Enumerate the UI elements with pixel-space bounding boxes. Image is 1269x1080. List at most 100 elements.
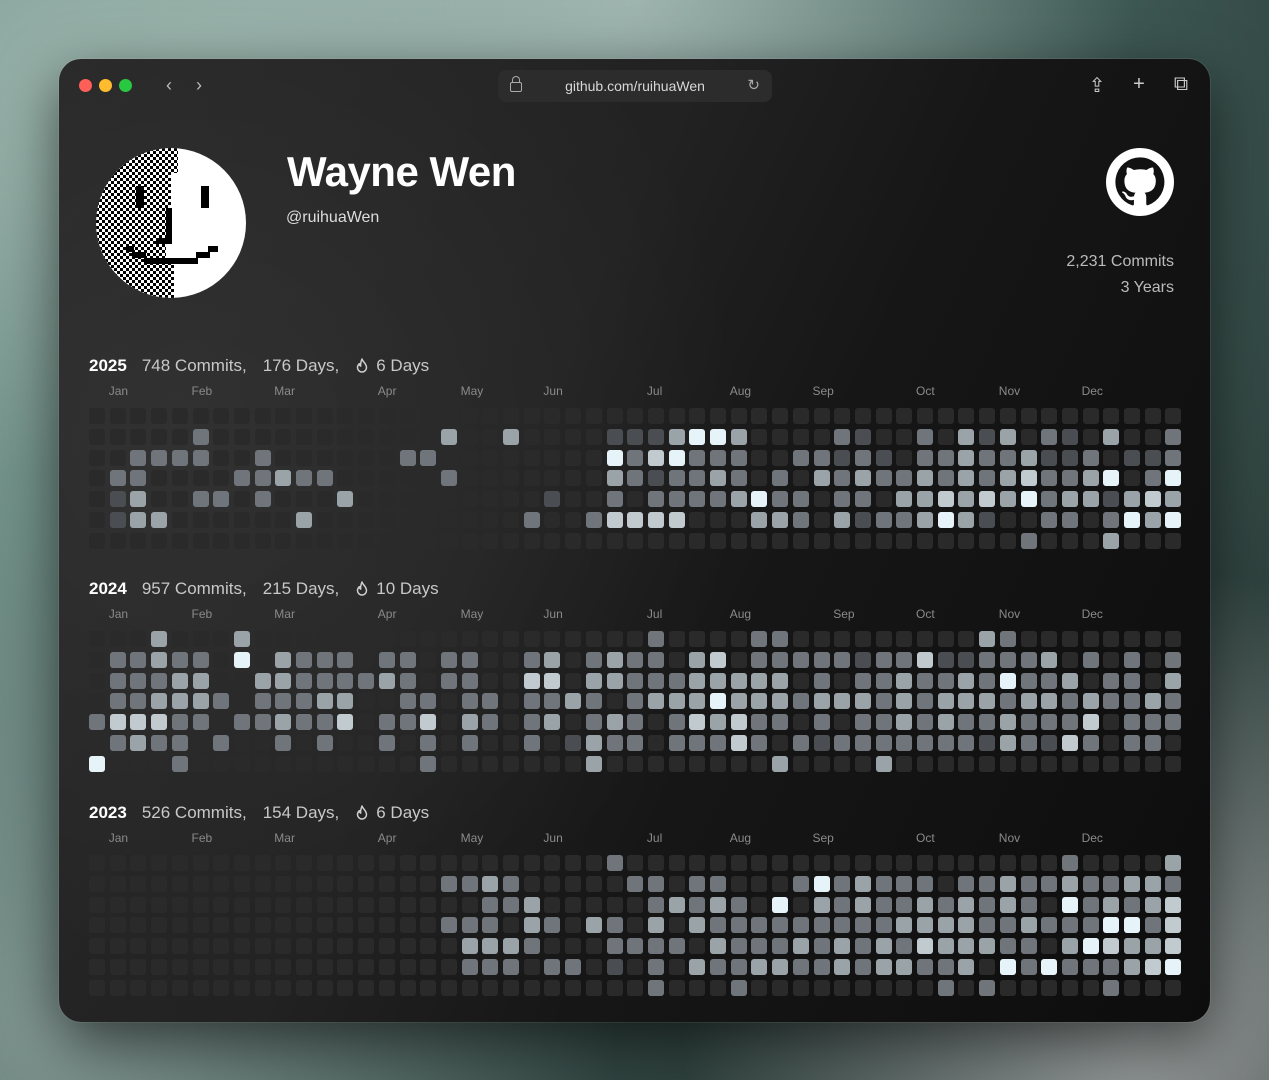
contribution-cell[interactable] bbox=[937, 449, 954, 466]
contribution-cell[interactable] bbox=[710, 938, 726, 955]
contribution-cell[interactable] bbox=[358, 938, 375, 955]
contribution-cell[interactable] bbox=[647, 408, 664, 424]
contribution-cell[interactable] bbox=[130, 631, 147, 647]
contribution-cell[interactable] bbox=[999, 735, 1016, 751]
contribution-cell[interactable] bbox=[585, 491, 602, 508]
contribution-cell[interactable] bbox=[813, 979, 830, 996]
contribution-cell[interactable] bbox=[958, 470, 975, 487]
contribution-cell[interactable] bbox=[378, 896, 395, 913]
contribution-cell[interactable] bbox=[420, 875, 437, 892]
contribution-cell[interactable] bbox=[1124, 408, 1140, 424]
contribution-cell[interactable] bbox=[1041, 491, 1058, 508]
contribution-cell[interactable] bbox=[482, 917, 499, 934]
chevron-left-icon[interactable]: ‹ bbox=[161, 75, 177, 96]
contribution-cell[interactable] bbox=[1082, 714, 1099, 731]
contribution-cell[interactable] bbox=[440, 428, 457, 445]
contribution-cell[interactable] bbox=[482, 979, 499, 996]
contribution-cell[interactable] bbox=[254, 491, 271, 508]
contribution-cell[interactable] bbox=[1103, 959, 1120, 975]
contribution-cell[interactable] bbox=[482, 755, 499, 772]
contribution-cell[interactable] bbox=[1124, 651, 1140, 668]
contribution-cell[interactable] bbox=[854, 631, 871, 647]
contribution-cell[interactable] bbox=[399, 470, 416, 487]
contribution-cell[interactable] bbox=[358, 449, 375, 466]
contribution-cell[interactable] bbox=[979, 855, 996, 871]
contribution-cell[interactable] bbox=[1020, 428, 1037, 445]
contribution-cell[interactable] bbox=[854, 693, 871, 710]
contribution-cell[interactable] bbox=[979, 693, 996, 710]
contribution-cell[interactable] bbox=[772, 532, 789, 549]
contribution-cell[interactable] bbox=[109, 917, 126, 934]
contribution-cell[interactable] bbox=[378, 855, 395, 871]
contribution-cell[interactable] bbox=[1061, 428, 1078, 445]
contribution-cell[interactable] bbox=[751, 714, 768, 731]
contribution-cell[interactable] bbox=[399, 875, 416, 892]
contribution-cell[interactable] bbox=[1041, 532, 1058, 549]
contribution-cell[interactable] bbox=[958, 449, 975, 466]
contribution-cell[interactable] bbox=[254, 735, 271, 751]
contribution-cell[interactable] bbox=[316, 714, 333, 731]
contribution-cell[interactable] bbox=[896, 855, 913, 871]
contribution-cell[interactable] bbox=[254, 855, 271, 871]
contribution-cell[interactable] bbox=[130, 672, 147, 689]
contribution-cell[interactable] bbox=[1144, 532, 1161, 549]
contribution-cell[interactable] bbox=[399, 896, 416, 913]
contribution-cell[interactable] bbox=[420, 470, 437, 487]
contribution-cell[interactable] bbox=[1041, 428, 1058, 445]
contribution-cell[interactable] bbox=[1020, 693, 1037, 710]
contribution-cell[interactable] bbox=[378, 651, 395, 668]
contribution-cell[interactable] bbox=[606, 979, 623, 996]
contribution-cell[interactable] bbox=[896, 408, 913, 424]
contribution-cell[interactable] bbox=[585, 693, 602, 710]
contribution-cell[interactable] bbox=[523, 672, 540, 689]
contribution-cell[interactable] bbox=[875, 938, 892, 955]
contribution-cell[interactable] bbox=[1165, 855, 1182, 871]
contribution-cell[interactable] bbox=[275, 631, 292, 647]
contribution-cell[interactable] bbox=[834, 938, 851, 955]
contribution-cell[interactable] bbox=[296, 651, 312, 668]
contribution-cell[interactable] bbox=[296, 896, 312, 913]
contribution-cell[interactable] bbox=[1165, 917, 1182, 934]
contribution-cell[interactable] bbox=[937, 875, 954, 892]
contribution-cell[interactable] bbox=[917, 755, 933, 772]
contribution-cell[interactable] bbox=[813, 428, 830, 445]
contribution-cell[interactable] bbox=[1041, 735, 1058, 751]
contribution-cell[interactable] bbox=[151, 512, 168, 528]
contribution-cell[interactable] bbox=[192, 631, 209, 647]
contribution-cell[interactable] bbox=[875, 855, 892, 871]
contribution-cell[interactable] bbox=[585, 755, 602, 772]
contribution-cell[interactable] bbox=[1144, 408, 1161, 424]
contribution-cell[interactable] bbox=[337, 875, 354, 892]
contribution-cell[interactable] bbox=[668, 714, 685, 731]
contribution-cell[interactable] bbox=[813, 917, 830, 934]
contribution-cell[interactable] bbox=[296, 855, 312, 871]
contribution-cell[interactable] bbox=[792, 714, 809, 731]
contribution-cell[interactable] bbox=[233, 875, 250, 892]
contribution-cell[interactable] bbox=[151, 875, 168, 892]
contribution-cell[interactable] bbox=[151, 959, 168, 975]
contribution-cell[interactable] bbox=[503, 755, 519, 772]
contribution-cell[interactable] bbox=[813, 896, 830, 913]
contribution-cell[interactable] bbox=[254, 714, 271, 731]
contribution-cell[interactable] bbox=[751, 855, 768, 871]
contribution-cell[interactable] bbox=[875, 449, 892, 466]
minimize-button[interactable] bbox=[99, 79, 112, 92]
contribution-cell[interactable] bbox=[420, 428, 437, 445]
contribution-cell[interactable] bbox=[213, 672, 230, 689]
contribution-cell[interactable] bbox=[358, 855, 375, 871]
contribution-cell[interactable] bbox=[461, 959, 478, 975]
contribution-cell[interactable] bbox=[875, 979, 892, 996]
contribution-cell[interactable] bbox=[772, 938, 789, 955]
contribution-cell[interactable] bbox=[958, 693, 975, 710]
contribution-cell[interactable] bbox=[854, 917, 871, 934]
contribution-cell[interactable] bbox=[1061, 979, 1078, 996]
contribution-cell[interactable] bbox=[482, 651, 499, 668]
contribution-cell[interactable] bbox=[171, 408, 188, 424]
contribution-cell[interactable] bbox=[710, 693, 726, 710]
contribution-cell[interactable] bbox=[420, 938, 437, 955]
contribution-cell[interactable] bbox=[710, 449, 726, 466]
contribution-cell[interactable] bbox=[710, 408, 726, 424]
contribution-cell[interactable] bbox=[1061, 959, 1078, 975]
contribution-cell[interactable] bbox=[606, 938, 623, 955]
contribution-cell[interactable] bbox=[565, 512, 582, 528]
